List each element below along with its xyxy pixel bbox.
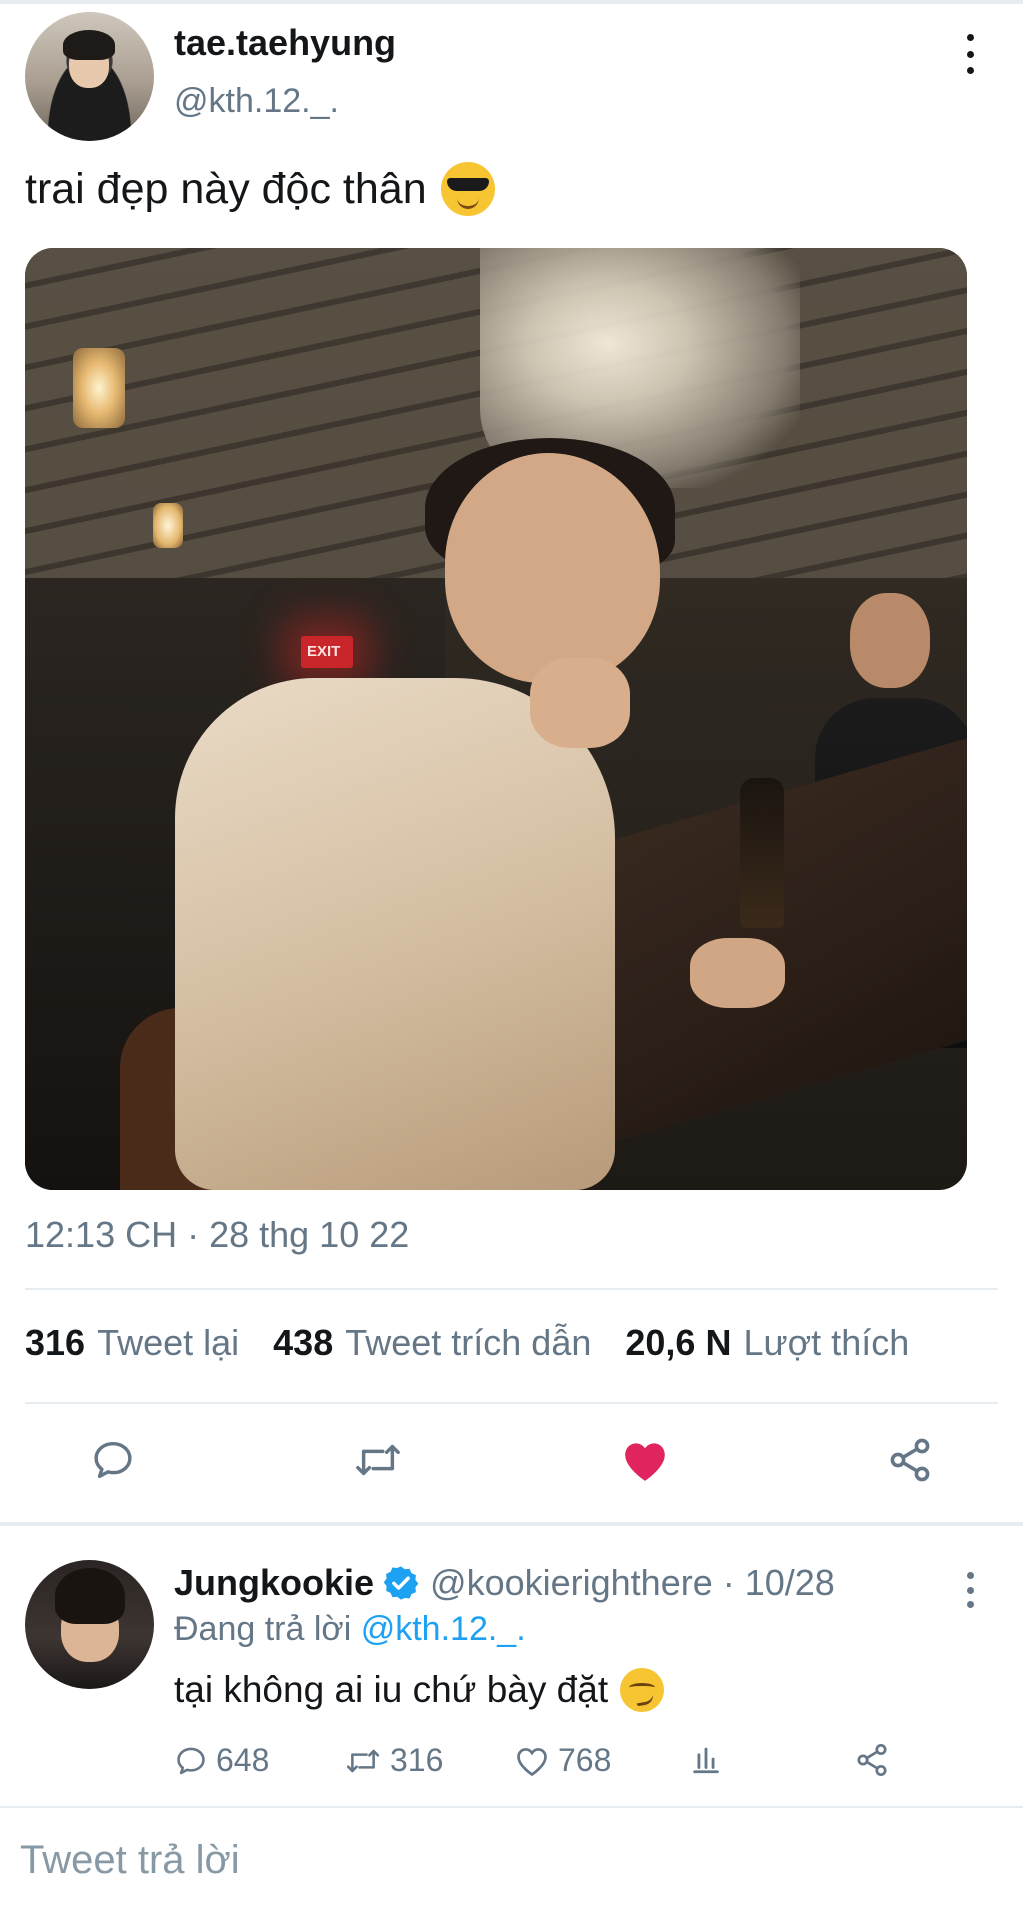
reply-more-options-icon[interactable] bbox=[960, 1572, 980, 1608]
reply-count: 648 bbox=[216, 1742, 270, 1778]
analytics-icon bbox=[693, 1747, 719, 1774]
likes-label: Lượt thích bbox=[743, 1322, 910, 1363]
reply-icon bbox=[177, 1747, 205, 1774]
reply-text: tại không ai iu chứ bày đặt bbox=[174, 1668, 665, 1712]
retweets-count: 316 bbox=[25, 1322, 86, 1363]
quote-tweets-stat[interactable]: 438 Tweet trích dẫn bbox=[273, 1322, 591, 1364]
author-handle[interactable]: @kth.12._. bbox=[174, 82, 339, 121]
tweet-action-bar bbox=[0, 1430, 1023, 1500]
sunglasses-emoji-icon bbox=[440, 162, 495, 216]
more-options-icon[interactable] bbox=[960, 34, 980, 74]
likes-stat[interactable]: 20,6 N Lượt thích bbox=[625, 1322, 909, 1364]
retweet-icon bbox=[346, 1749, 380, 1772]
reply-author-handle-date[interactable]: @kookierighthere · 10/28 bbox=[430, 1562, 835, 1604]
reply-text-content: tại không ai iu chứ bày đặt bbox=[174, 1669, 609, 1710]
like-icon[interactable] bbox=[615, 1430, 675, 1490]
reply-analytics-button[interactable] bbox=[689, 1742, 723, 1776]
reply-author-name[interactable]: Jungkookie bbox=[174, 1562, 374, 1604]
author-avatar[interactable] bbox=[25, 12, 154, 141]
tweet-text-content: trai đẹp này độc thân bbox=[25, 164, 427, 213]
top-divider bbox=[0, 0, 1023, 4]
reply-header: Jungkookie @kookierighthere · 10/28 bbox=[174, 1562, 835, 1604]
replying-to: Đang trả lời @kth.12._. bbox=[174, 1610, 526, 1649]
reply-reply-button[interactable]: 648 bbox=[174, 1742, 269, 1779]
author-display-name[interactable]: tae.taehyung bbox=[174, 22, 396, 64]
retweets-stat[interactable]: 316 Tweet lại bbox=[25, 1322, 239, 1364]
reply-author-avatar[interactable] bbox=[25, 1560, 154, 1689]
heart-outline-icon bbox=[517, 1747, 547, 1776]
reply-retweet-button[interactable]: 316 bbox=[344, 1742, 443, 1779]
tweet-timestamp[interactable]: 12:13 CH · 28 thg 10 22 bbox=[25, 1214, 409, 1256]
reply-share-button[interactable] bbox=[854, 1742, 890, 1778]
replying-prefix: Đang trả lời bbox=[174, 1610, 352, 1648]
section-divider bbox=[0, 1522, 1023, 1526]
verified-badge-icon bbox=[383, 1566, 419, 1600]
quote-tweets-count: 438 bbox=[273, 1322, 334, 1363]
divider bbox=[0, 1806, 1023, 1808]
quote-tweets-label: Tweet trích dẫn bbox=[345, 1322, 592, 1363]
likes-count: 20,6 N bbox=[625, 1322, 732, 1363]
tweet-photo[interactable] bbox=[25, 248, 967, 1190]
reply-like-button[interactable]: 768 bbox=[514, 1742, 611, 1779]
share-icon[interactable] bbox=[880, 1430, 940, 1490]
retweet-icon[interactable] bbox=[348, 1430, 408, 1490]
like-count: 768 bbox=[558, 1742, 612, 1778]
divider bbox=[25, 1402, 998, 1404]
replying-to-handle-link[interactable]: @kth.12._. bbox=[361, 1610, 526, 1648]
divider bbox=[25, 1288, 998, 1290]
reply-compose-input[interactable]: Tweet trả lời bbox=[20, 1838, 240, 1883]
share-icon bbox=[857, 1743, 887, 1777]
retweets-label: Tweet lại bbox=[97, 1322, 240, 1363]
tweet-stats: 316 Tweet lại 438 Tweet trích dẫn 20,6 N… bbox=[25, 1322, 909, 1364]
smirking-face-emoji-icon bbox=[620, 1668, 665, 1712]
tweet-text: trai đẹp này độc thân bbox=[25, 162, 495, 216]
retweet-count: 316 bbox=[390, 1742, 444, 1778]
reply-action-bar: 648 316 768 bbox=[174, 1742, 934, 1786]
reply-icon[interactable] bbox=[83, 1430, 143, 1490]
